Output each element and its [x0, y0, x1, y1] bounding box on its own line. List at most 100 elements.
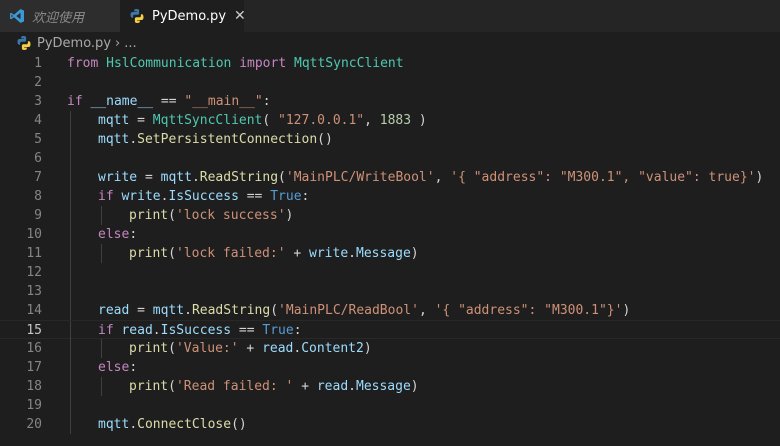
code-token: 'Value:' — [175, 341, 239, 356]
breadcrumb-more[interactable]: ... — [124, 36, 136, 51]
code-line[interactable]: 4 mqtt = MqttSyncClient( "127.0.0.1", 188… — [0, 111, 780, 130]
code-token: if — [98, 323, 114, 338]
code-line[interactable]: 2 — [0, 73, 780, 92]
code-line[interactable]: 12 — [0, 263, 780, 282]
code-token: 'lock failed:' — [175, 246, 286, 261]
line-number: 5 — [34, 132, 42, 147]
code-line[interactable]: 9 print('lock success') — [0, 206, 780, 225]
line-number: 20 — [26, 417, 42, 432]
code-token: == — [238, 189, 271, 204]
code-text: mqtt.ConnectClose() — [98, 415, 247, 434]
code-line[interactable]: 20 mqtt.ConnectClose() — [0, 415, 780, 434]
code-token: read — [316, 379, 349, 394]
breadcrumb-file[interactable]: PyDemo.py — [37, 36, 111, 51]
indent-guide — [70, 168, 71, 187]
code-editor[interactable]: 1 from HslCommunication import MqttSyncCl… — [0, 54, 780, 446]
code-token: mqtt — [98, 417, 130, 432]
code-token: ReadString — [191, 303, 271, 318]
code-token: "127.0.0.1" — [278, 113, 365, 128]
line-number: 1 — [34, 56, 42, 71]
code-token: print — [129, 246, 169, 261]
code-line[interactable]: 8 if write.IsSuccess == True: — [0, 187, 780, 206]
line-number: 8 — [34, 189, 42, 204]
code-token: ) — [622, 303, 631, 318]
code-line[interactable]: 6 — [0, 149, 780, 168]
code-token: print — [129, 341, 169, 356]
code-token: IsSuccess — [168, 189, 239, 204]
code-token: ( — [168, 379, 176, 394]
code-token: write — [309, 246, 349, 261]
indent-guide — [70, 321, 71, 340]
code-line[interactable]: 19 — [0, 396, 780, 415]
code-token: ( — [168, 246, 176, 261]
code-text: from HslCommunication import MqttSyncCli… — [67, 54, 404, 73]
tab-label: PyDemo.py — [152, 8, 227, 24]
indent-guide — [70, 111, 71, 130]
indent-guide — [70, 377, 71, 396]
code-text: mqtt.SetPersistentConnection() — [98, 130, 333, 149]
code-line[interactable]: 15 if read.IsSuccess == True: — [0, 320, 780, 340]
code-token: + — [293, 379, 317, 394]
code-token: ReadString — [199, 170, 279, 185]
code-line[interactable]: 7 write = mqtt.ReadString('MainPLC/WriteB… — [0, 168, 780, 187]
tab-label: 欢迎使用 — [32, 10, 85, 26]
tab-pydemo[interactable]: PyDemo.py ✕ — [120, 0, 246, 32]
code-token: : — [129, 360, 138, 375]
indent-guide — [101, 206, 102, 225]
line-number: 13 — [26, 284, 42, 299]
code-line[interactable]: 3 if __name__ == "__main__": — [0, 92, 780, 111]
code-token: : — [262, 94, 271, 109]
code-token: read — [262, 341, 294, 356]
code-token: , — [364, 113, 380, 128]
code-line[interactable]: 11 print('lock failed:' + write.Message) — [0, 244, 780, 263]
code-text: mqtt = MqttSyncClient( "127.0.0.1", 1883… — [98, 111, 427, 130]
code-text: print('Read failed: ' + read.Message) — [129, 377, 419, 396]
code-token: () — [317, 132, 333, 147]
code-token: . — [129, 417, 138, 432]
line-number: 4 — [34, 113, 42, 128]
code-token: else — [98, 227, 130, 242]
code-token: Message — [356, 246, 411, 261]
code-line[interactable]: 1 from HslCommunication import MqttSyncCl… — [0, 54, 780, 73]
code-token: ( — [278, 170, 286, 185]
tab-welcome[interactable]: 欢迎使用 — [0, 0, 120, 32]
code-line[interactable]: 18 print('Read failed: ' + read.Message) — [0, 377, 780, 396]
code-token: Message — [356, 379, 411, 394]
code-token: 'MainPLC/WriteBool' — [285, 170, 435, 185]
line-number: 6 — [34, 151, 42, 166]
code-text: print('lock success') — [129, 206, 293, 225]
indent-guide — [70, 339, 71, 358]
indent-guide — [70, 206, 71, 225]
code-text: else: — [98, 225, 137, 244]
code-token: ) — [755, 170, 764, 185]
code-token: ( — [168, 208, 176, 223]
code-line[interactable]: 14 read = mqtt.ReadString('MainPLC/ReadBo… — [0, 301, 780, 320]
code-token: import — [239, 56, 287, 71]
code-line[interactable]: 16 print('Value:' + read.Content2) — [0, 339, 780, 358]
indent-guide — [70, 225, 71, 244]
code-token: . — [191, 170, 200, 185]
line-number: 16 — [26, 341, 42, 356]
code-token: True — [270, 189, 302, 204]
code-token: __name__ — [90, 94, 154, 109]
line-number: 18 — [26, 379, 42, 394]
code-token: ( — [270, 303, 279, 318]
indent-guide — [70, 396, 71, 415]
indent-guide — [70, 301, 71, 320]
line-number: 14 — [26, 303, 42, 318]
indent-guide — [70, 130, 71, 149]
code-token: . — [129, 132, 138, 147]
code-token: SetPersistentConnection — [137, 132, 318, 147]
tab-bar: 欢迎使用 PyDemo.py ✕ — [0, 0, 780, 32]
code-token: , — [434, 170, 451, 185]
code-line[interactable]: 13 — [0, 282, 780, 301]
code-text: write = mqtt.ReadString('MainPLC/WriteBo… — [98, 168, 763, 187]
close-icon[interactable]: ✕ — [234, 8, 246, 24]
line-number: 19 — [26, 398, 42, 413]
code-line[interactable]: 17 else: — [0, 358, 780, 377]
code-line[interactable]: 5 mqtt.SetPersistentConnection() — [0, 130, 780, 149]
code-token: from — [67, 56, 99, 71]
code-token: : — [301, 189, 310, 204]
code-line[interactable]: 10 else: — [0, 225, 780, 244]
line-number: 9 — [34, 208, 42, 223]
